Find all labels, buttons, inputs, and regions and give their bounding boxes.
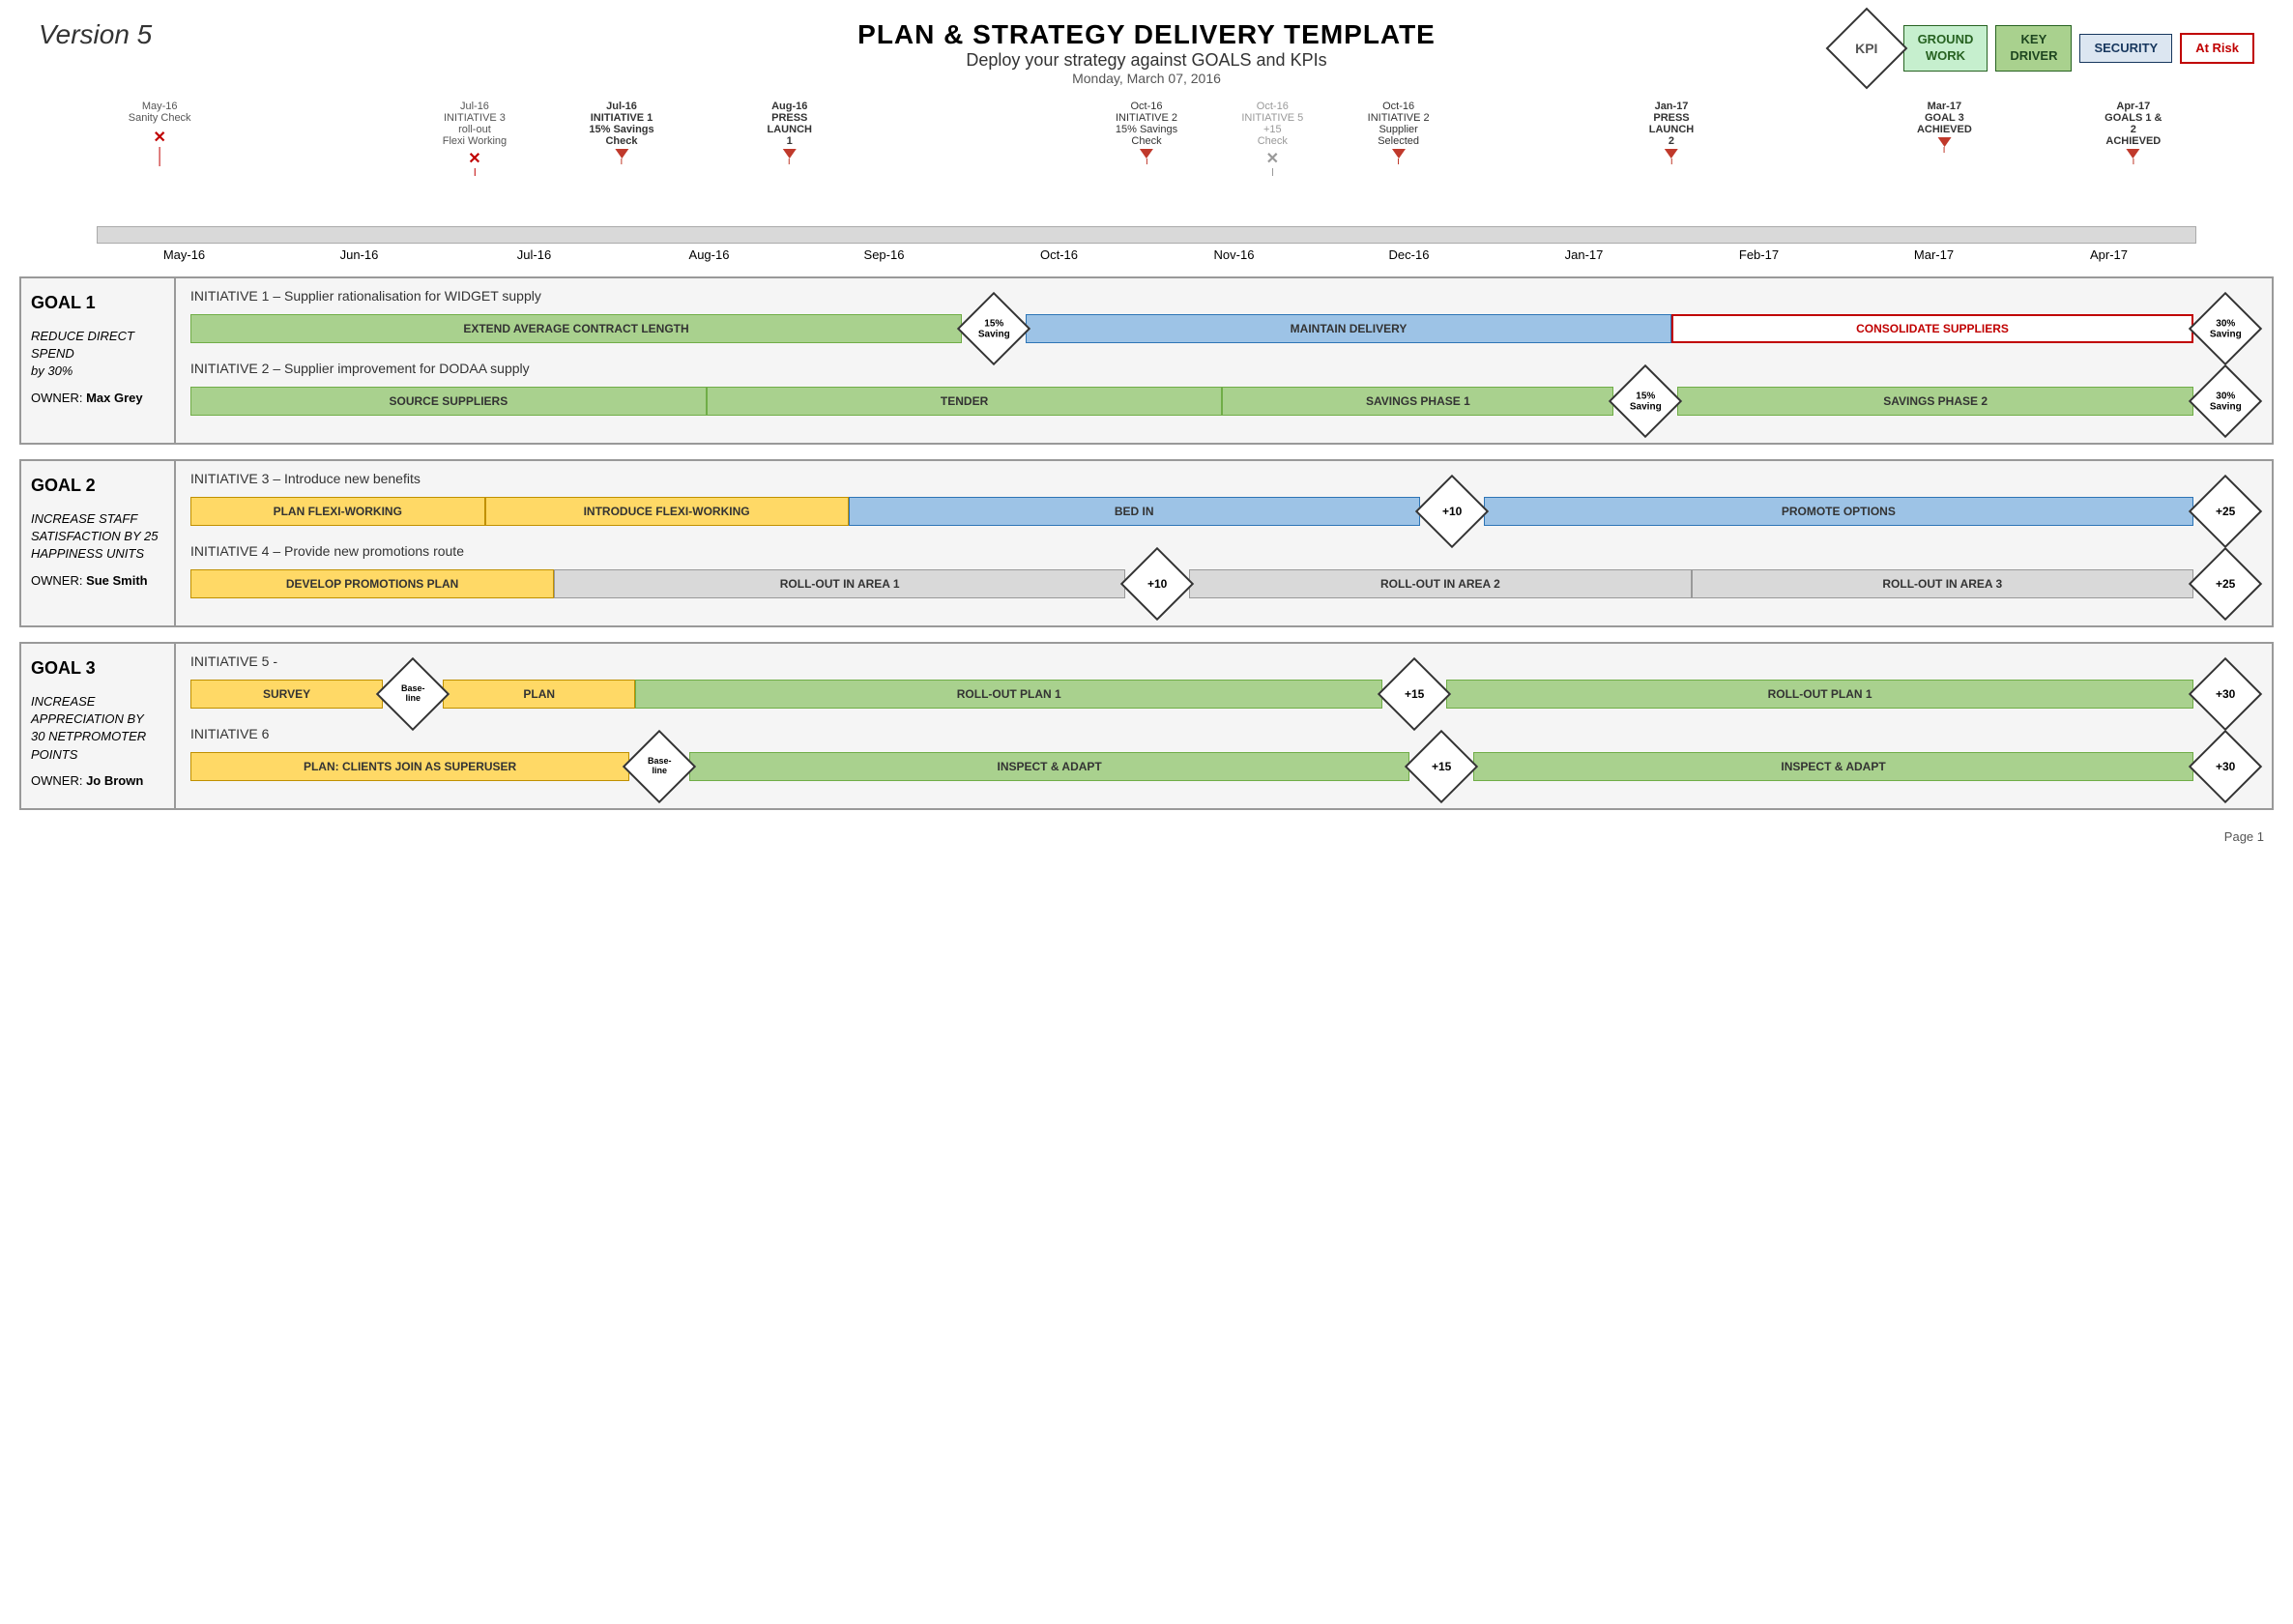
timeline-events: May-16 Sanity Check ✕ Jul-16 INITIATIVE … — [97, 101, 2196, 226]
version-label: Version 5 — [39, 19, 152, 50]
goal3-description: INCREASEAPPRECIATION BY30 NETPROMOTERPOI… — [31, 693, 164, 764]
timeline-event-10: Apr-17 GOALS 1 & 2 ACHIEVED — [2102, 101, 2164, 164]
initiative1-title: INITIATIVE 1 – Supplier rationalisation … — [190, 288, 2257, 304]
bar-introduce-flexi: INTRODUCE FLEXI-WORKING — [485, 497, 849, 526]
bar-savings-phase1: SAVINGS PHASE 1 — [1222, 387, 1613, 416]
initiative3-block: INITIATIVE 3 – Introduce new benefits PL… — [190, 471, 2257, 529]
bar-promote-options: PROMOTE OPTIONS — [1484, 497, 2193, 526]
initiative4-gantt: DEVELOP PROMOTIONS PLAN ROLL-OUT IN AREA… — [190, 566, 2257, 601]
goal2-content: INITIATIVE 3 – Introduce new benefits PL… — [176, 461, 2272, 625]
month-dec16: Dec-16 — [1321, 247, 1496, 262]
legend-groundwork: GROUNDWORK — [1903, 25, 1988, 72]
bar-plan-clients: PLAN: CLIENTS JOIN AS SUPERUSER — [190, 752, 629, 781]
timeline-event-4: Aug-16 PRESS LAUNCH 1 — [768, 101, 812, 164]
goal3-owner: OWNER: Jo Brown — [31, 773, 164, 788]
goal3-label: GOAL 3 INCREASEAPPRECIATION BY30 NETPROM… — [21, 644, 176, 808]
initiative6-gantt: PLAN: CLIENTS JOIN AS SUPERUSER Base-lin… — [190, 749, 2257, 784]
goal3-title: GOAL 3 — [31, 658, 164, 679]
initiative2-gantt: SOURCE SUPPLIERS TENDER SAVINGS PHASE 1 … — [190, 384, 2257, 419]
bar-rollout-area2: ROLL-OUT IN AREA 2 — [1189, 569, 1691, 598]
timeline-event-5: Oct-16 INITIATIVE 2 15% Savings Check — [1116, 101, 1177, 164]
legend-security: SECURITY — [2079, 34, 2172, 64]
month-mar17: Mar-17 — [1846, 247, 2021, 262]
month-sep16: Sep-16 — [797, 247, 972, 262]
timeline-event-7: Oct-16 INITIATIVE 2 Supplier Selected — [1368, 101, 1430, 164]
goal1-title: GOAL 1 — [31, 293, 164, 313]
initiative1-gantt: EXTEND AVERAGE CONTRACT LENGTH 15%Saving… — [190, 311, 2257, 346]
goal2-label: GOAL 2 INCREASE STAFFSATISFACTION BY 25H… — [21, 461, 176, 625]
initiative5-title: INITIATIVE 5 - — [190, 653, 2257, 669]
initiative6-block: INITIATIVE 6 PLAN: CLIENTS JOIN AS SUPER… — [190, 726, 2257, 784]
goal3-content: INITIATIVE 5 - SURVEY Base-line PLAN ROL… — [176, 644, 2272, 808]
goal3-section: GOAL 3 INCREASEAPPRECIATION BY30 NETPROM… — [19, 642, 2274, 810]
goal2-owner: OWNER: Sue Smith — [31, 573, 164, 588]
goal1-owner: OWNER: Max Grey — [31, 391, 164, 405]
legend-atrisk: At Risk — [2180, 33, 2254, 65]
timeline-months: May-16 Jun-16 Jul-16 Aug-16 Sep-16 Oct-1… — [97, 247, 2196, 262]
initiative4-title: INITIATIVE 4 – Provide new promotions ro… — [190, 543, 2257, 559]
timeline-section: May-16 Sanity Check ✕ Jul-16 INITIATIVE … — [19, 101, 2274, 262]
goal2-section: GOAL 2 INCREASE STAFFSATISFACTION BY 25H… — [19, 459, 2274, 627]
goal1-description: REDUCE DIRECTSPENDby 30% — [31, 328, 164, 381]
month-apr17: Apr-17 — [2021, 247, 2196, 262]
goal2-description: INCREASE STAFFSATISFACTION BY 25HAPPINES… — [31, 510, 164, 564]
kpi-diamond: KPI — [1825, 8, 1907, 90]
timeline-event-2: Jul-16 INITIATIVE 3 roll-out Flexi Worki… — [443, 101, 507, 176]
bar-consolidate-suppliers: CONSOLIDATE SUPPLIERS — [1671, 314, 2193, 343]
month-jun16: Jun-16 — [272, 247, 447, 262]
page-header: Version 5 PLAN & STRATEGY DELIVERY TEMPL… — [19, 19, 2274, 86]
initiative3-gantt: PLAN FLEXI-WORKING INTRODUCE FLEXI-WORKI… — [190, 494, 2257, 529]
month-jan17: Jan-17 — [1496, 247, 1671, 262]
initiative6-title: INITIATIVE 6 — [190, 726, 2257, 741]
timeline-event-9: Mar-17 GOAL 3 ACHIEVED — [1917, 101, 1972, 153]
month-feb17: Feb-17 — [1671, 247, 1846, 262]
bar-survey: SURVEY — [190, 680, 383, 709]
initiative5-block: INITIATIVE 5 - SURVEY Base-line PLAN ROL… — [190, 653, 2257, 711]
bar-tender: TENDER — [707, 387, 1223, 416]
bar-plan-5: PLAN — [443, 680, 635, 709]
kpi-label: KPI — [1855, 41, 1877, 56]
bar-inspect-adapt-b: INSPECT & ADAPT — [1473, 752, 2193, 781]
bar-rollout-plan1-a: ROLL-OUT PLAN 1 — [635, 680, 1382, 709]
month-nov16: Nov-16 — [1146, 247, 1321, 262]
bar-inspect-adapt-a: INSPECT & ADAPT — [689, 752, 1409, 781]
initiative2-title: INITIATIVE 2 – Supplier improvement for … — [190, 361, 2257, 376]
bar-source-suppliers: SOURCE SUPPLIERS — [190, 387, 707, 416]
bar-rollout-area1: ROLL-OUT IN AREA 1 — [554, 569, 1125, 598]
bar-plan-flexi: PLAN FLEXI-WORKING — [190, 497, 485, 526]
bar-bed-in: BED IN — [849, 497, 1420, 526]
goal1-section: GOAL 1 REDUCE DIRECTSPENDby 30% OWNER: M… — [19, 276, 2274, 445]
legend-keydriver: KEYDRIVER — [1995, 25, 2072, 72]
goal1-label: GOAL 1 REDUCE DIRECTSPENDby 30% OWNER: M… — [21, 278, 176, 443]
initiative5-gantt: SURVEY Base-line PLAN ROLL-OUT PLAN 1 +1… — [190, 677, 2257, 711]
legend-area: KPI GROUNDWORK KEYDRIVER SECURITY At Ris… — [1838, 19, 2254, 77]
month-oct16: Oct-16 — [972, 247, 1146, 262]
month-may16: May-16 — [97, 247, 272, 262]
bar-savings-phase2: SAVINGS PHASE 2 — [1677, 387, 2193, 416]
bar-rollout-plan1-b: ROLL-OUT PLAN 1 — [1446, 680, 2193, 709]
page-number: Page 1 — [19, 829, 2274, 844]
month-aug16: Aug-16 — [622, 247, 797, 262]
initiative3-title: INITIATIVE 3 – Introduce new benefits — [190, 471, 2257, 486]
initiative1-block: INITIATIVE 1 – Supplier rationalisation … — [190, 288, 2257, 346]
timeline-event-8: Jan-17 PRESS LAUNCH 2 — [1649, 101, 1694, 164]
timeline-event-3: Jul-16 INITIATIVE 1 15% Savings Check — [589, 101, 653, 164]
bar-rollout-area3: ROLL-OUT IN AREA 3 — [1692, 569, 2193, 598]
bar-develop-promotions: DEVELOP PROMOTIONS PLAN — [190, 569, 554, 598]
timeline-event-1: May-16 Sanity Check ✕ — [129, 101, 191, 166]
bar-maintain-delivery: MAINTAIN DELIVERY — [1026, 314, 1671, 343]
initiative2-block: INITIATIVE 2 – Supplier improvement for … — [190, 361, 2257, 419]
timeline-bar — [97, 226, 2196, 244]
initiative4-block: INITIATIVE 4 – Provide new promotions ro… — [190, 543, 2257, 601]
month-jul16: Jul-16 — [447, 247, 622, 262]
goal1-content: INITIATIVE 1 – Supplier rationalisation … — [176, 278, 2272, 443]
goal2-title: GOAL 2 — [31, 476, 164, 496]
bar-extend-contract: EXTEND AVERAGE CONTRACT LENGTH — [190, 314, 962, 343]
timeline-event-6: Oct-16 INITIATIVE 5 +15 Check ✕ — [1241, 101, 1303, 176]
